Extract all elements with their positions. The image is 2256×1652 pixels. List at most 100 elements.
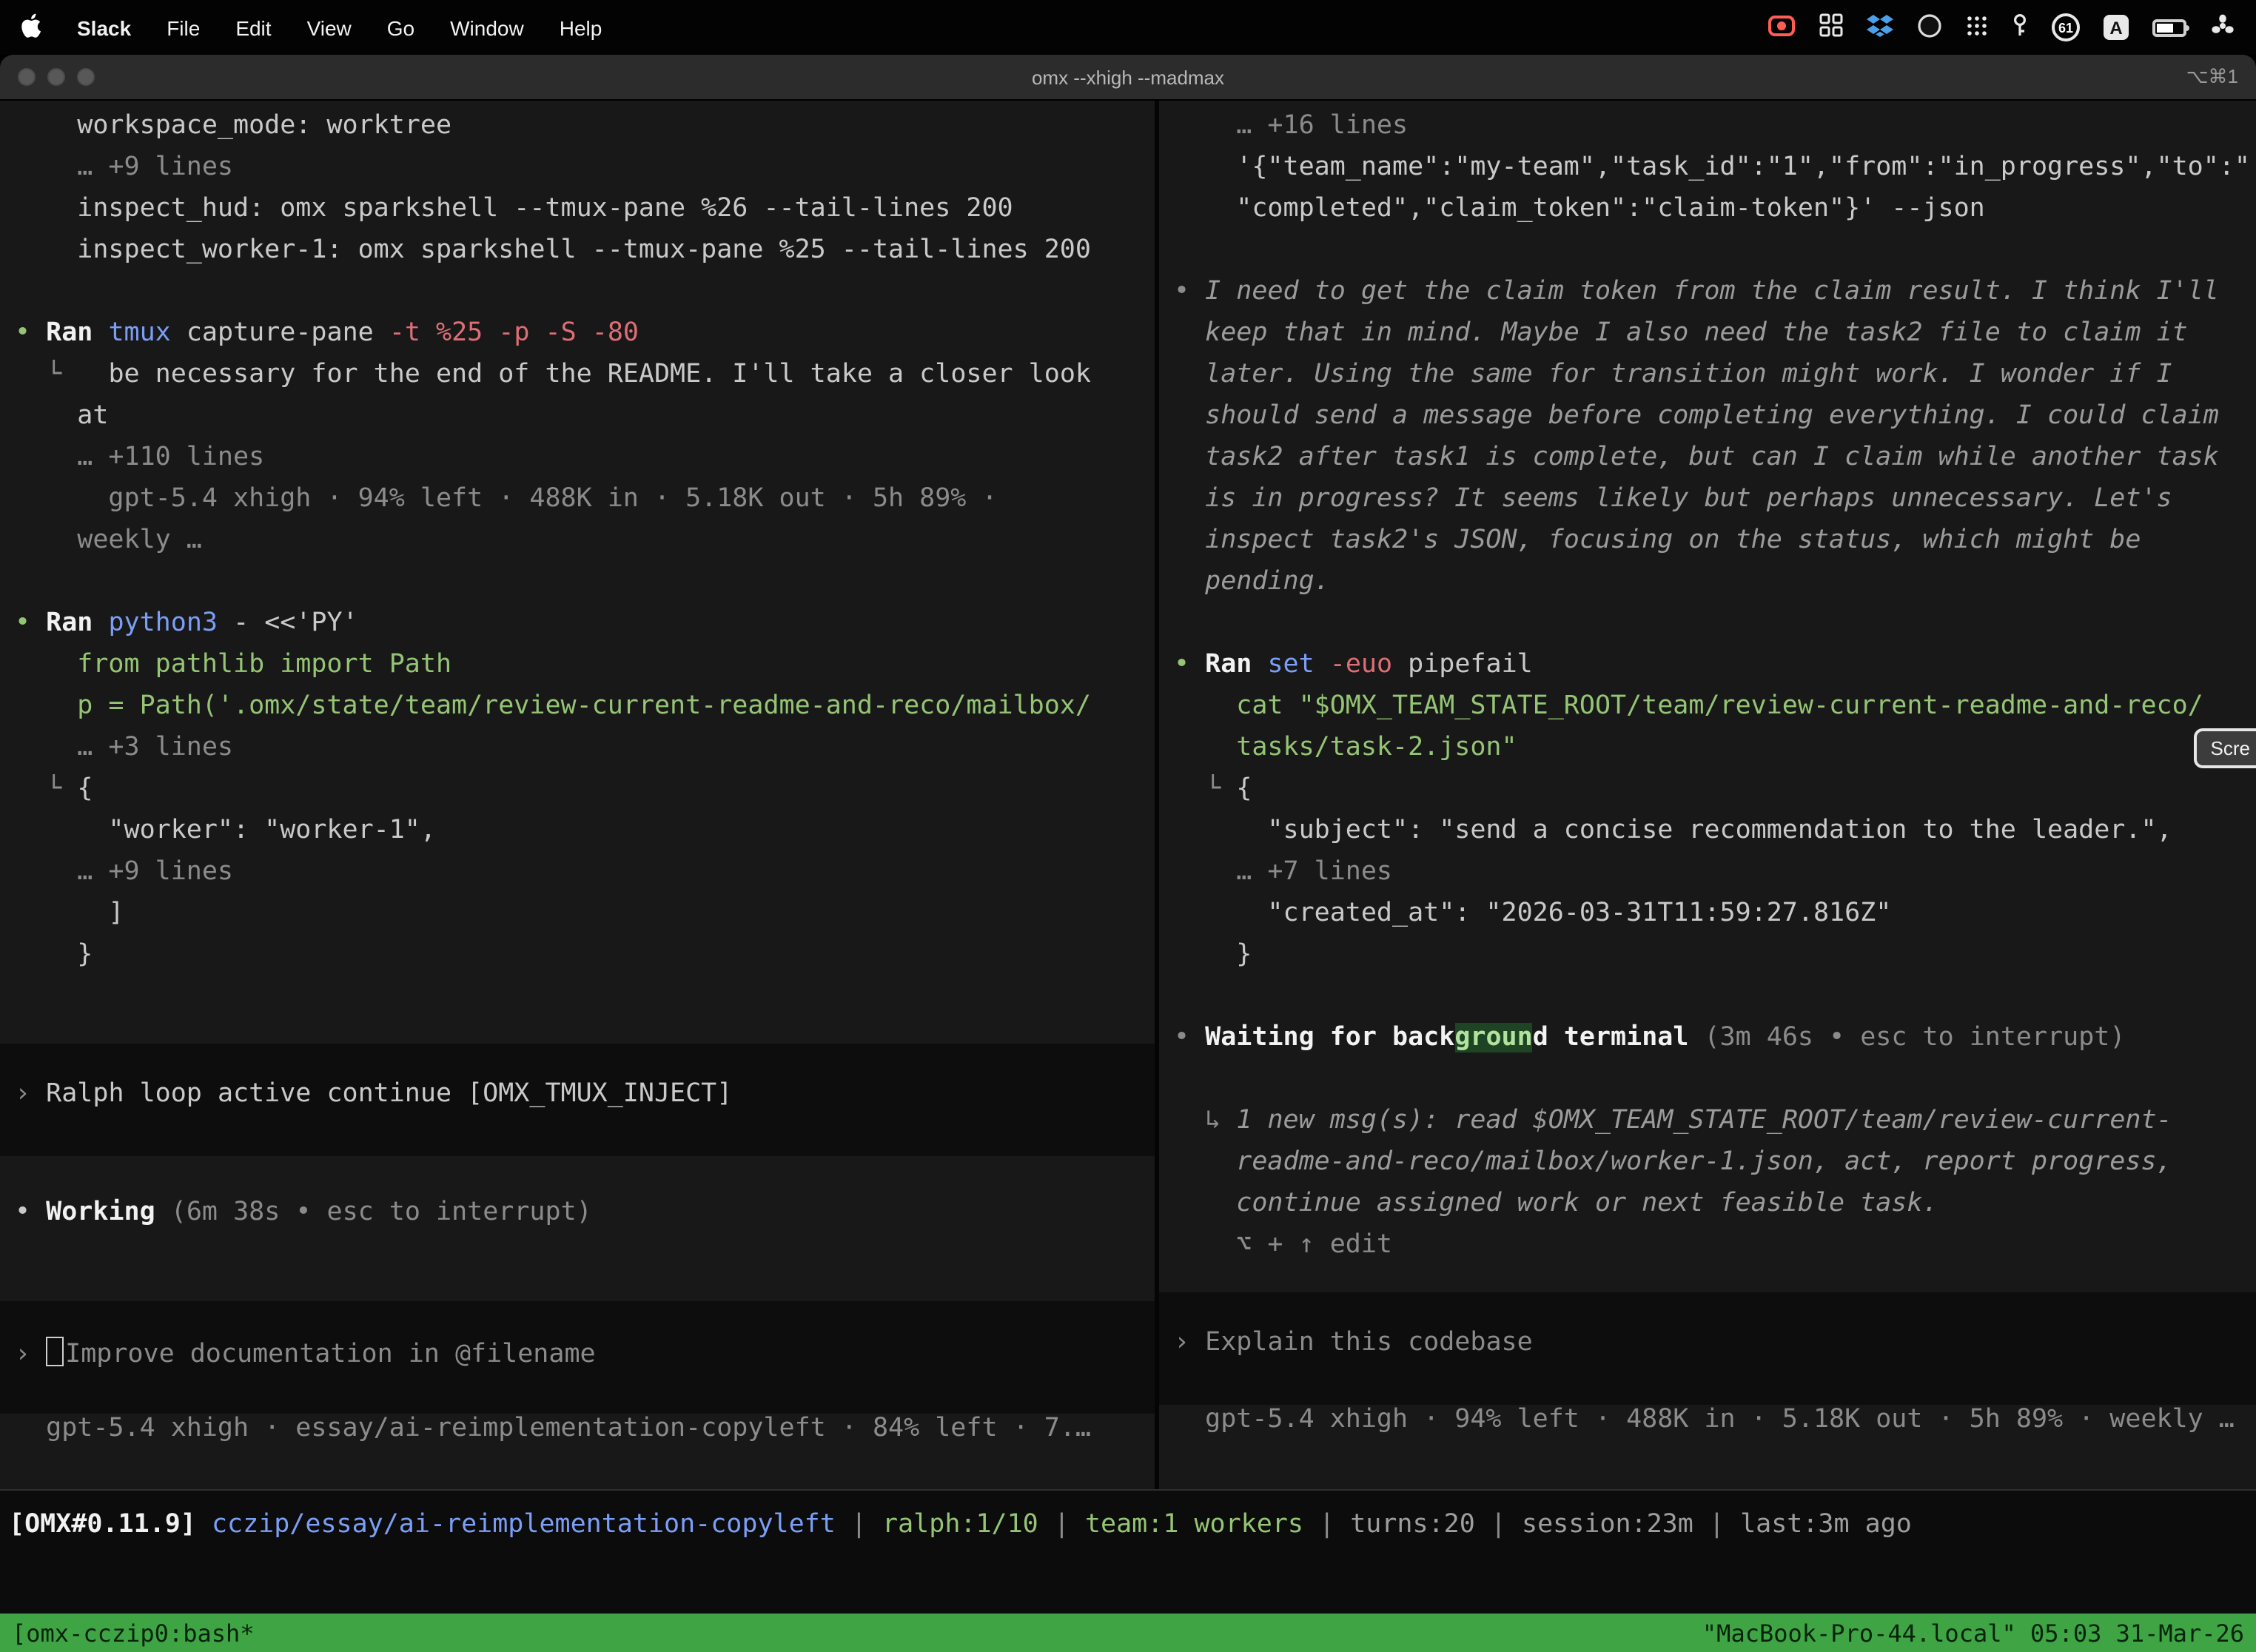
terminal-line: › Improve documentation in @filename: [0, 1337, 1155, 1378]
tmux-panes: workspace_mode: worktree … +9 lines insp…: [0, 101, 2256, 1491]
terminal-line: • Waiting for background terminal (3m 46…: [1159, 1023, 2256, 1064]
terminal-line: }: [1159, 940, 2256, 981]
terminal-line: └ be necessary for the end of the README…: [0, 360, 1155, 401]
terminal-line: › Explain this codebase: [1159, 1328, 2256, 1369]
terminal-line: ⌥ + ↑ edit: [1159, 1230, 2256, 1272]
key-icon[interactable]: [2012, 13, 2028, 42]
menu-window[interactable]: Window: [450, 16, 524, 39]
terminal-line: continue assigned work or next feasible …: [1159, 1189, 2256, 1230]
blank-line: [1159, 235, 2256, 277]
terminal-line: • Ran python3 - <<'PY': [0, 608, 1155, 650]
terminal-line: at: [0, 401, 1155, 443]
fan-icon[interactable]: [2210, 13, 2235, 42]
terminal-line: ]: [0, 899, 1155, 940]
terminal-line: pending.: [1159, 567, 2256, 608]
terminal-line: └ {: [1159, 774, 2256, 816]
omx-status-line: [OMX#0.11.9] cczip/essay/ai-reimplementa…: [0, 1510, 2256, 1551]
zoom-button[interactable]: [77, 68, 95, 86]
dropbox-icon[interactable]: [1867, 13, 1893, 41]
terminal-line: › Ralph loop active continue [OMX_TMUX_I…: [0, 1079, 1155, 1121]
terminal-line: "created_at": "2026-03-31T11:59:27.816Z": [1159, 899, 2256, 940]
terminal-line: is in progress? It seems likely but perh…: [1159, 484, 2256, 526]
terminal-line: … +16 lines: [1159, 111, 2256, 152]
terminal-line: inspect task2's JSON, focusing on the st…: [1159, 526, 2256, 567]
terminal-line: • I need to get the claim token from the…: [1159, 277, 2256, 318]
terminal-line: … +110 lines: [0, 443, 1155, 484]
left-terminal-pane[interactable]: workspace_mode: worktree … +9 lines insp…: [0, 101, 1155, 1489]
input-source-icon[interactable]: A: [2104, 15, 2129, 40]
menu-view[interactable]: View: [307, 16, 352, 39]
circle-app-icon[interactable]: [1917, 13, 1942, 42]
terminal-line: inspect_hud: omx sparkshell --tmux-pane …: [0, 194, 1155, 235]
terminal-line: should send a message before completing …: [1159, 401, 2256, 443]
terminal-line: └ {: [0, 774, 1155, 816]
blank-line: [1159, 608, 2256, 650]
window-titlebar[interactable]: omx --xhigh --madmax ⌥⌘1: [0, 55, 2256, 101]
terminal-line: gpt-5.4 xhigh · 94% left · 488K in · 5.1…: [1159, 1405, 2256, 1446]
window-shortcut: ⌥⌘1: [2186, 65, 2238, 89]
terminal-line: weekly …: [0, 526, 1155, 567]
menu-edit[interactable]: Edit: [235, 16, 271, 39]
prompt-band[interactable]: › Explain this codebase: [1159, 1292, 2256, 1405]
terminal-line: inspect_worker-1: omx sparkshell --tmux-…: [0, 235, 1155, 277]
screen-recording-icon[interactable]: [1767, 14, 1796, 41]
apple-menu-icon[interactable]: [21, 13, 41, 42]
omx-footer-area: [OMX#0.11.9] cczip/essay/ai-reimplementa…: [0, 1491, 2256, 1614]
terminal-line: "subject": "send a concise recommendatio…: [1159, 816, 2256, 857]
terminal-line: • Ran set -euo pipefail: [1159, 650, 2256, 691]
terminal-line: '{"team_name":"my-team","task_id":"1","f…: [1159, 152, 2256, 194]
terminal-line: task2 after task1 is complete, but can I…: [1159, 443, 2256, 484]
blank-line: [0, 981, 1155, 1023]
blank-line: [1159, 1064, 2256, 1106]
menu-items: File Edit View Go Window Help: [167, 16, 602, 39]
window-title: omx --xhigh --madmax: [0, 66, 2256, 88]
battery-level: [2157, 23, 2173, 32]
terminal-line: … +9 lines: [0, 857, 1155, 899]
terminal-line: p = Path('.omx/state/team/review-current…: [0, 691, 1155, 733]
traffic-lights: [18, 68, 95, 86]
terminal-cursor: [46, 1337, 64, 1366]
minimize-button[interactable]: [47, 68, 65, 86]
terminal-line: }: [0, 940, 1155, 981]
terminal-line: "completed","claim_token":"claim-token"}…: [1159, 194, 2256, 235]
menu-bar-status-icons: 61 A: [1767, 13, 2235, 42]
terminal-line: … +7 lines: [1159, 857, 2256, 899]
prompt-band[interactable]: › Ralph loop active continue [OMX_TMUX_I…: [0, 1044, 1155, 1156]
right-terminal-pane[interactable]: … +16 lines '{"team_name":"my-team","tas…: [1159, 101, 2256, 1489]
tmux-status-bar: [omx-cczip0:bash* "MacBook-Pro-44.local"…: [0, 1614, 2256, 1652]
blank-line: [0, 1239, 1155, 1280]
screenshot-notification[interactable]: Scre: [2195, 728, 2256, 768]
terminal-line: later. Using the same for transition mig…: [1159, 360, 2256, 401]
tmux-session-label: [omx-cczip0:bash*: [12, 1619, 255, 1647]
terminal-line: cat "$OMX_TEAM_STATE_ROOT/team/review-cu…: [1159, 691, 2256, 733]
blank-line: [1159, 981, 2256, 1023]
terminal-line: gpt-5.4 xhigh · 94% left · 488K in · 5.1…: [0, 484, 1155, 526]
battery-percent-value: 61: [2058, 20, 2073, 35]
menu-go[interactable]: Go: [387, 16, 414, 39]
menu-bar: Slack File Edit View Go Window Help: [0, 0, 2256, 55]
terminal-line: • Ran tmux capture-pane -t %25 -p -S -80: [0, 318, 1155, 360]
desktop: Slack File Edit View Go Window Help: [0, 0, 2256, 1652]
terminal-line: readme-and-reco/mailbox/worker-1.json, a…: [1159, 1147, 2256, 1189]
terminal-line: from pathlib import Path: [0, 650, 1155, 691]
app-menu-slack[interactable]: Slack: [77, 16, 131, 39]
blank-line: [0, 567, 1155, 608]
terminal-line: … +9 lines: [0, 152, 1155, 194]
battery-percent-badge[interactable]: 61: [2052, 13, 2080, 41]
blank-line: [0, 277, 1155, 318]
terminal-line: "worker": "worker-1",: [0, 816, 1155, 857]
menu-help[interactable]: Help: [560, 16, 602, 39]
apps-grid-icon[interactable]: [1966, 14, 1988, 41]
prompt-band[interactable]: › Improve documentation in @filename: [0, 1301, 1155, 1414]
terminal-line: … +3 lines: [0, 733, 1155, 774]
terminal-line: ↳ 1 new msg(s): read $OMX_TEAM_STATE_ROO…: [1159, 1106, 2256, 1147]
terminal-line: workspace_mode: worktree: [0, 111, 1155, 152]
blank-line: [0, 1156, 1155, 1198]
terminal-line: • Working (6m 38s • esc to interrupt): [0, 1198, 1155, 1239]
terminal-window: omx --xhigh --madmax ⌥⌘1 workspace_mode:…: [0, 55, 2256, 1652]
battery-icon[interactable]: [2152, 19, 2186, 36]
terminal-line: gpt-5.4 xhigh · essay/ai-reimplementatio…: [0, 1414, 1155, 1455]
grid-icon[interactable]: [1819, 13, 1843, 41]
close-button[interactable]: [18, 68, 36, 86]
menu-file[interactable]: File: [167, 16, 200, 39]
